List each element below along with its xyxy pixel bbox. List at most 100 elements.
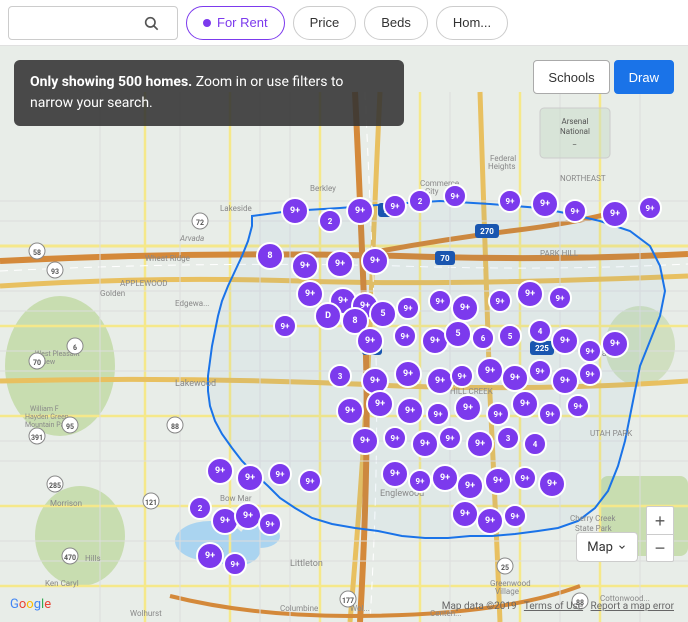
property-pin[interactable]: 9+ bbox=[236, 464, 264, 492]
property-pin[interactable]: 9+ bbox=[383, 426, 407, 450]
property-pin[interactable]: 9+ bbox=[476, 507, 504, 535]
property-pin[interactable]: 9+ bbox=[223, 552, 247, 576]
property-pin[interactable]: 9+ bbox=[206, 457, 234, 485]
property-pin[interactable]: 9+ bbox=[258, 512, 282, 536]
property-pin[interactable]: 9+ bbox=[488, 289, 512, 313]
property-pin[interactable]: 9+ bbox=[511, 390, 539, 418]
notification-banner: Only showing 500 homes. Zoom in or use f… bbox=[14, 60, 404, 126]
zoom-out-button[interactable]: − bbox=[646, 534, 674, 562]
property-pin[interactable]: 9+ bbox=[638, 196, 662, 220]
property-pin[interactable]: 9+ bbox=[563, 199, 587, 223]
property-pin[interactable]: 9+ bbox=[486, 402, 510, 426]
home-filter-button[interactable]: Hom... bbox=[436, 6, 508, 40]
property-pin[interactable]: 9+ bbox=[443, 184, 467, 208]
property-pin[interactable]: 9+ bbox=[396, 397, 424, 425]
property-pin[interactable]: 9+ bbox=[196, 542, 224, 570]
property-pin[interactable]: 9+ bbox=[438, 426, 462, 450]
property-pin[interactable]: D bbox=[314, 302, 342, 330]
property-pin[interactable]: 2 bbox=[408, 189, 432, 213]
svg-text:58: 58 bbox=[33, 249, 41, 257]
property-pin[interactable]: 9+ bbox=[503, 504, 527, 528]
price-label: Price bbox=[310, 15, 340, 30]
property-pin[interactable]: 9+ bbox=[513, 466, 537, 490]
property-pin[interactable]: 9+ bbox=[498, 189, 522, 213]
property-pin[interactable]: 9+ bbox=[578, 339, 602, 363]
property-pin[interactable]: 3 bbox=[496, 426, 520, 450]
property-pin[interactable]: 9+ bbox=[551, 327, 579, 355]
property-pin[interactable]: 9+ bbox=[538, 470, 566, 498]
property-pin[interactable]: 9+ bbox=[601, 200, 629, 228]
svg-text:Golden: Golden bbox=[100, 289, 125, 298]
property-pin[interactable]: 9+ bbox=[484, 467, 512, 495]
property-pin[interactable]: 9+ bbox=[281, 197, 309, 225]
property-pin[interactable]: 6 bbox=[471, 326, 495, 350]
property-pin[interactable]: 9+ bbox=[428, 289, 452, 313]
property-pin[interactable]: 9+ bbox=[476, 357, 504, 385]
search-input[interactable]: Denver CO bbox=[17, 15, 137, 31]
map-type-button[interactable]: Map bbox=[576, 532, 638, 562]
svg-text:Morrison: Morrison bbox=[50, 499, 82, 508]
price-filter-button[interactable]: Price bbox=[293, 6, 357, 40]
property-pin[interactable]: 9+ bbox=[346, 197, 374, 225]
property-pin[interactable]: 9+ bbox=[531, 190, 559, 218]
property-pin[interactable]: 9+ bbox=[336, 397, 364, 425]
property-pin[interactable]: 9+ bbox=[393, 324, 417, 348]
schools-button[interactable]: Schools bbox=[533, 60, 609, 94]
property-pin[interactable]: 9+ bbox=[361, 247, 389, 275]
property-pin[interactable]: 9+ bbox=[396, 296, 420, 320]
property-pin[interactable]: 4 bbox=[528, 319, 552, 343]
property-pin[interactable]: 9+ bbox=[456, 472, 484, 500]
property-pin[interactable]: 9+ bbox=[291, 252, 319, 280]
draw-button[interactable]: Draw bbox=[614, 60, 674, 94]
property-pin[interactable]: 5 bbox=[444, 320, 472, 348]
property-pin[interactable]: 5 bbox=[369, 300, 397, 328]
property-pin[interactable]: 9+ bbox=[431, 464, 459, 492]
svg-text:285: 285 bbox=[49, 482, 61, 490]
property-pin[interactable]: 9+ bbox=[516, 280, 544, 308]
property-pin[interactable]: 9+ bbox=[548, 286, 572, 310]
property-pin[interactable]: 9+ bbox=[356, 327, 384, 355]
property-pin[interactable]: 9+ bbox=[394, 360, 422, 388]
svg-text:6: 6 bbox=[73, 344, 77, 352]
property-pin[interactable]: 9+ bbox=[273, 314, 297, 338]
property-pin[interactable]: 4 bbox=[523, 432, 547, 456]
property-pin[interactable]: 9+ bbox=[466, 430, 494, 458]
property-pin[interactable]: 9+ bbox=[426, 402, 450, 426]
property-pin[interactable]: 9+ bbox=[351, 427, 379, 455]
property-pin[interactable]: 9+ bbox=[268, 462, 292, 486]
property-pin[interactable]: 3 bbox=[328, 364, 352, 388]
property-pin[interactable]: 9+ bbox=[411, 430, 439, 458]
property-pin[interactable]: 9+ bbox=[450, 364, 474, 388]
property-pin[interactable]: 9+ bbox=[326, 250, 354, 278]
svg-text:Heights: Heights bbox=[488, 162, 516, 171]
svg-text:Village: Village bbox=[495, 587, 519, 596]
property-pin[interactable]: 9+ bbox=[551, 367, 579, 395]
property-pin[interactable]: 8 bbox=[256, 242, 284, 270]
map-type-control: Map bbox=[576, 532, 638, 562]
zoom-in-button[interactable]: + bbox=[646, 506, 674, 534]
property-pin[interactable]: 9+ bbox=[451, 500, 479, 528]
property-pin[interactable]: 9+ bbox=[566, 394, 590, 418]
property-pin[interactable]: 9+ bbox=[538, 402, 562, 426]
terms-link[interactable]: Terms of Use bbox=[524, 601, 583, 612]
property-pin[interactable]: 5 bbox=[498, 324, 522, 348]
property-pin[interactable]: 9+ bbox=[501, 364, 529, 392]
property-pin[interactable]: 9+ bbox=[528, 359, 552, 383]
svg-text:Arsenal: Arsenal bbox=[561, 117, 588, 126]
property-pin[interactable]: 9+ bbox=[298, 469, 322, 493]
beds-filter-button[interactable]: Beds bbox=[364, 6, 428, 40]
property-pin[interactable]: 2 bbox=[188, 496, 212, 520]
map-container[interactable]: 70 25 270 76 225 Arvada Golden Aurora La… bbox=[0, 46, 688, 622]
property-pin[interactable]: 9+ bbox=[383, 194, 407, 218]
property-pin[interactable]: 9+ bbox=[381, 460, 409, 488]
for-rent-filter-button[interactable]: For Rent bbox=[186, 6, 285, 40]
svg-text:Columbine: Columbine bbox=[280, 604, 318, 613]
property-pin[interactable]: 9+ bbox=[601, 330, 629, 358]
property-pin[interactable]: 9+ bbox=[454, 394, 482, 422]
property-pin[interactable]: 9+ bbox=[578, 362, 602, 386]
property-pin[interactable]: 9+ bbox=[408, 469, 432, 493]
property-pin[interactable]: 9+ bbox=[366, 390, 394, 418]
property-pin[interactable]: 9+ bbox=[451, 294, 479, 322]
property-pin[interactable]: 2 bbox=[318, 209, 342, 233]
report-link[interactable]: Report a map error bbox=[591, 601, 674, 612]
